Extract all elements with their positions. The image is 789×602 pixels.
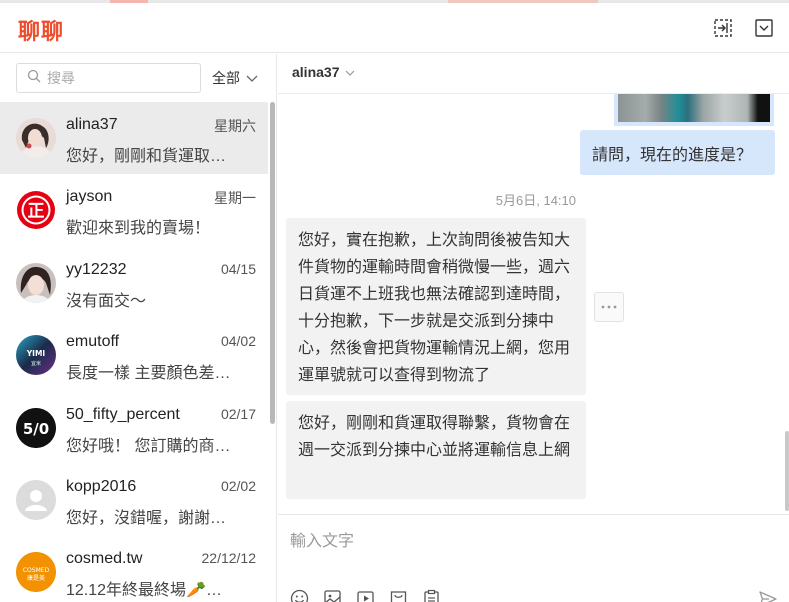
chat-username-dropdown[interactable]: alina37 [292,64,355,80]
more-icon[interactable] [594,292,624,322]
sidebar-scrollbar[interactable] [270,102,275,424]
avatar-text: YIMI [26,349,46,358]
search-input[interactable] [47,70,197,86]
conversation-preview: 您好哦！ 您訂購的商… [66,437,231,455]
avatar: 5/0 [16,407,56,448]
send-icon[interactable] [758,589,778,602]
conversation-item[interactable]: alina37 星期六 您好，剛剛和貨運取… [0,102,268,175]
search-box[interactable] [16,63,201,93]
conversation-date: 星期六 [214,118,256,134]
image-thumbnail [618,94,770,122]
avatar: COSMED 康是美 [16,552,56,593]
conversation-name: cosmed.tw [66,550,143,568]
avatar: 正 [16,190,56,231]
conversation-item[interactable]: kopp2016 02/02 您好，沒錯喔，謝謝… [0,464,268,536]
avatar-subtext: 康是美 [27,574,45,582]
incoming-message: 您好，實在抱歉，上次詢問後被告知大件貨物的運輸時間會稍微慢一些，週六日貨運不上班… [286,218,586,395]
app-title: 聊聊 [18,19,65,44]
conversation-preview: 沒有面交～ [66,292,147,310]
avatar-subtext: 宜米 [31,360,41,367]
chat-panel: alina37 請問，現在的進度是？ 5月6日, 14:10 您好，實在抱歉，上… [278,54,789,602]
avatar: YIMI 宜米 [16,335,56,376]
message-timestamp: 5月6日, 14:10 [495,193,576,208]
search-icon [27,69,41,88]
filter-label: 全部 [212,70,240,86]
video-icon[interactable] [356,589,375,602]
conversation-name: 50_fifty_percent [66,405,180,423]
chevron-down-icon [345,64,355,80]
conversation-name: jayson [66,188,113,206]
conversation-date: 22/12/12 [201,550,257,567]
conversation-preview: 您好，沒錯喔，謝謝… [66,509,227,527]
conversation-item[interactable]: 5/0 50_fifty_percent 02/17 您好哦！ 您訂購的商… [0,392,268,464]
chat-scrollbar[interactable] [785,431,789,511]
outgoing-message: 請問，現在的進度是？ [580,130,775,175]
chat-header-bar: 聊聊 [0,3,789,53]
chevron-down-icon [246,70,258,86]
conversation-sidebar: 全部 alina37 星期六 您好，剛剛和貨運取… 正 jayson 星期一 歡… [0,54,277,602]
composer-toolbar [290,589,441,602]
conversation-name: emutoff [66,333,120,351]
conversation-preview: 歡迎來到我的賣場！ [66,220,211,238]
conversation-list: alina37 星期六 您好，剛剛和貨運取… 正 jayson 星期一 歡迎來到… [0,102,268,602]
conversation-date: 02/17 [220,405,256,422]
message-input[interactable] [290,527,770,563]
image-message[interactable] [614,94,774,126]
avatar [16,118,56,158]
avatar-text: COSMED [23,567,50,574]
conversation-name: yy12232 [66,260,127,278]
conversation-item[interactable]: 正 jayson 星期一 歡迎來到我的賣場！ [0,174,268,246]
conversation-date: 04/02 [220,333,256,350]
default-user-icon [16,479,56,520]
conversation-item[interactable]: YIMI 宜米 emutoff 04/02 長度一樣 主要顏色差… [0,319,268,391]
filter-dropdown[interactable]: 全部 [212,68,258,88]
conversation-item[interactable]: yy12232 04/15 沒有面交～ [0,247,268,319]
conversation-date: 星期一 [214,190,256,207]
conversation-preview: 您好，剛剛和貨運取… [66,148,227,165]
avatar-text: 正 [28,202,45,222]
conversation-item[interactable]: COSMED 康是美 cosmed.tw 22/12/12 12.12年終最終場🥕… [0,536,268,602]
conversation-preview: 12.12年終最終場🥕… [66,582,222,600]
message-composer [278,514,789,602]
minimize-icon[interactable] [753,17,775,39]
conversation-name: alina37 [66,116,118,133]
collapse-icon[interactable] [712,17,734,39]
order-icon[interactable] [422,589,441,602]
avatar-text: 5/0 [23,420,49,438]
conversation-date: 02/02 [220,477,256,494]
sticker-icon[interactable] [323,589,342,602]
avatar [16,262,56,303]
emoji-icon[interactable] [290,589,309,602]
conversation-preview: 長度一樣 主要顏色差… [66,365,231,383]
incoming-message: 您好，剛剛和貨運取得聯繫，貨物會在週一交派到分揀中心並將運輸信息上網 [286,401,586,499]
conversation-name: kopp2016 [66,477,137,495]
conversation-date: 04/15 [220,260,256,277]
chat-username: alina37 [292,64,340,80]
chat-panel-header: alina37 [278,54,789,94]
product-icon[interactable] [389,589,408,602]
